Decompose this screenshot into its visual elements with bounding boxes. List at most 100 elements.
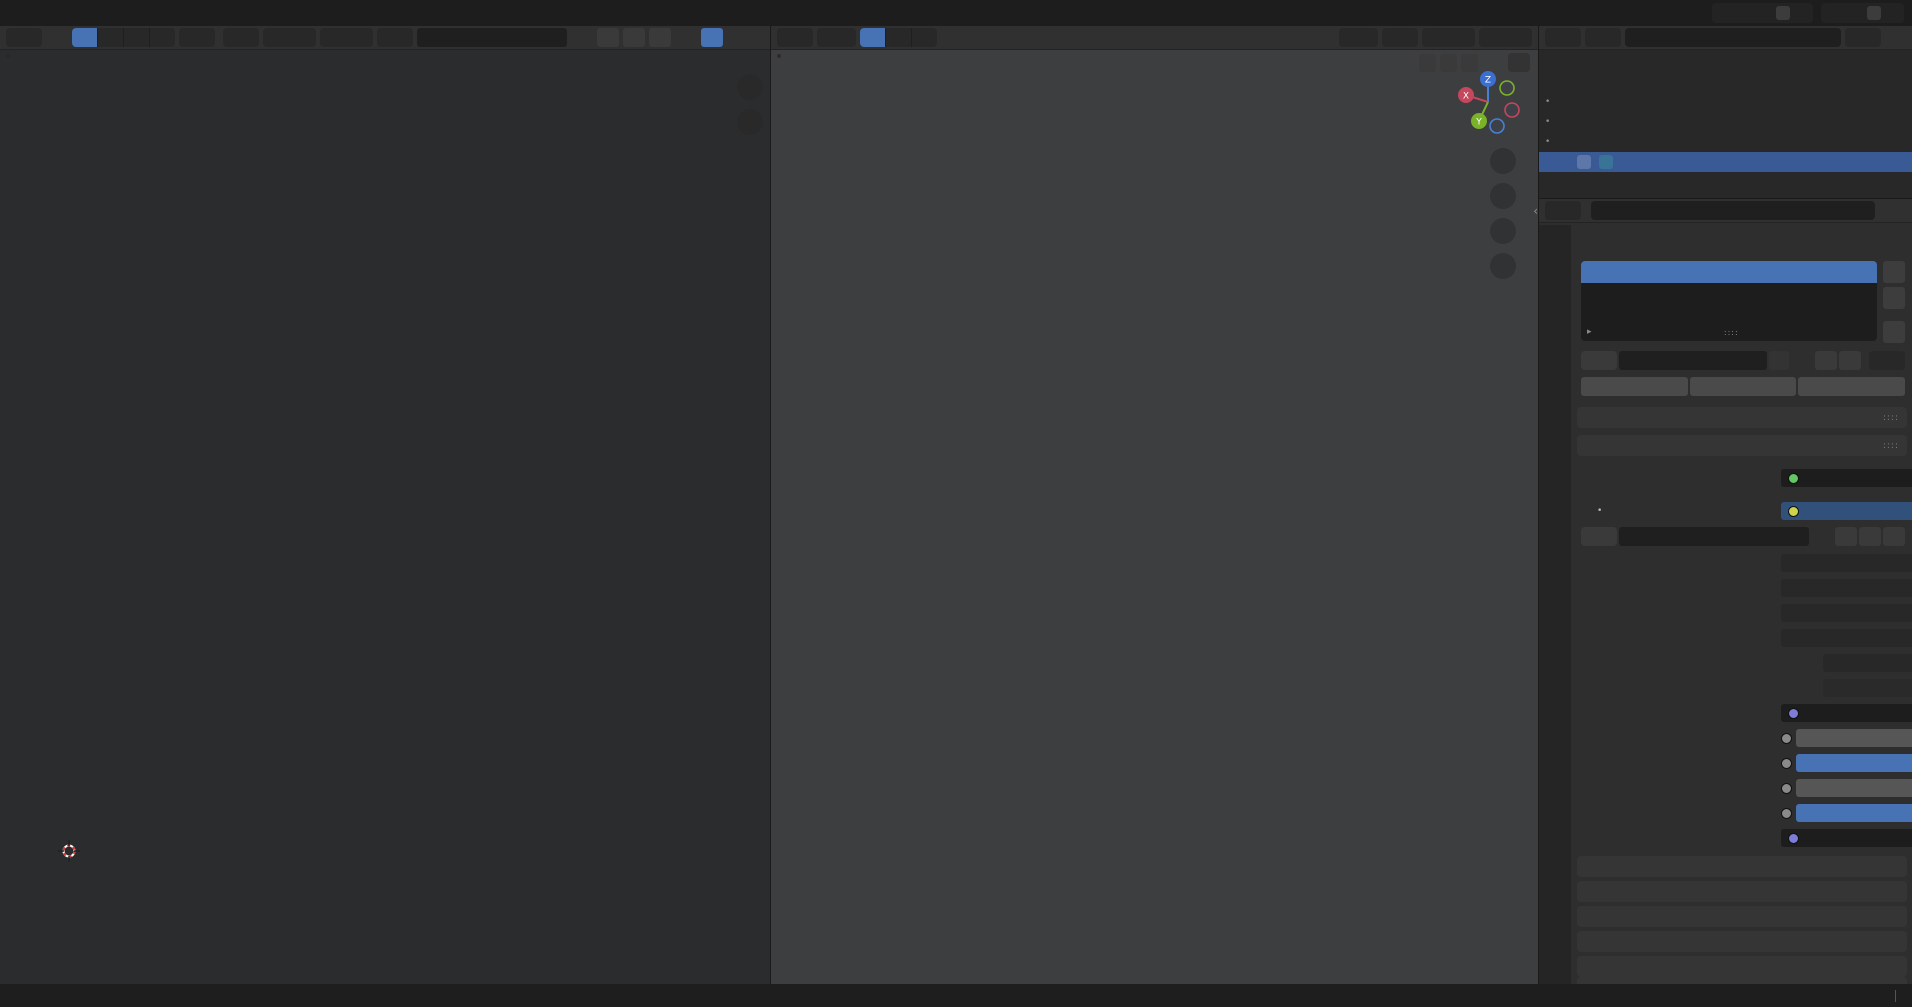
disclosure-icon[interactable]	[1567, 116, 1579, 128]
outliner-filter[interactable]	[1845, 28, 1881, 47]
new-image-button[interactable]	[1835, 527, 1857, 546]
uv-image-name-field[interactable]	[417, 28, 567, 47]
outliner-row-collection[interactable]	[1539, 72, 1912, 92]
properties-search[interactable]	[1591, 201, 1875, 220]
transmission-panel-header[interactable]	[1577, 931, 1907, 952]
uv-pivot-selector[interactable]	[223, 28, 259, 47]
outliner-row-scene-collection[interactable]	[1539, 52, 1912, 72]
base-color-field[interactable]	[1781, 502, 1912, 520]
outliner-row-hull[interactable]	[1539, 152, 1912, 172]
image-browse[interactable]	[377, 28, 413, 47]
proportional-edit-icon[interactable]	[325, 31, 339, 45]
outliner-row-en-r[interactable]: •	[1539, 132, 1912, 152]
camera-icon[interactable]	[1893, 115, 1907, 129]
mode-selector[interactable]	[817, 28, 856, 47]
uv-canvas[interactable]	[0, 50, 770, 984]
proportional-edit-icon[interactable]	[1484, 31, 1498, 45]
pin-icon[interactable]	[1758, 6, 1772, 20]
camera-icon[interactable]	[1893, 135, 1907, 149]
zoom-button[interactable]	[1490, 148, 1516, 174]
open-image-button[interactable]	[1859, 527, 1881, 546]
ior-slider[interactable]	[1796, 779, 1912, 797]
properties-editor-type[interactable]	[1545, 201, 1581, 220]
copy-icon[interactable]	[1776, 6, 1790, 20]
outliner-search-input[interactable]	[1649, 30, 1834, 46]
properties-search-input[interactable]	[1615, 203, 1868, 219]
snap-controls[interactable]	[1422, 28, 1475, 47]
editor-type-uv[interactable]	[6, 28, 42, 47]
fake-user-button[interactable]	[1811, 527, 1833, 546]
mirror-icon[interactable]	[1393, 53, 1415, 72]
pan-button[interactable]	[1490, 183, 1516, 209]
uv-proportional-edit[interactable]	[320, 28, 373, 47]
uv-sticky-mode[interactable]	[179, 28, 215, 47]
eye-icon[interactable]	[1872, 115, 1886, 129]
diffuse-panel-header[interactable]	[1577, 856, 1907, 877]
outliner-display-mode[interactable]	[1545, 28, 1581, 47]
specular-panel-header[interactable]	[1577, 906, 1907, 927]
camera-icon[interactable]	[1893, 95, 1907, 109]
vertex-select-button[interactable]	[860, 28, 886, 47]
color-space-dropdown[interactable]	[1823, 654, 1912, 672]
scene-selector[interactable]	[1712, 3, 1813, 23]
normal-field[interactable]	[1781, 829, 1912, 847]
metallic-slider[interactable]	[1796, 729, 1912, 747]
viewport-canvas[interactable]	[771, 26, 1539, 984]
uv-edge-mode-button[interactable]	[98, 28, 124, 47]
material-slot-active[interactable]	[1581, 261, 1877, 283]
unlink-material-button[interactable]	[1839, 351, 1861, 370]
material-specials-button[interactable]	[1869, 351, 1905, 370]
blender-logo-icon[interactable]	[10, 4, 28, 22]
drag-dots[interactable]: ::::	[1592, 328, 1871, 337]
mirror-x-toggle[interactable]	[1419, 54, 1436, 72]
open-image-button[interactable]	[623, 28, 645, 47]
uv-island-mode-button[interactable]	[150, 28, 175, 47]
unlink-image-button[interactable]	[649, 28, 671, 47]
checkbox-icon[interactable]	[1851, 75, 1865, 89]
fake-user-button[interactable]	[1791, 351, 1813, 370]
interpolation-dropdown[interactable]	[1781, 554, 1912, 572]
material-name-field[interactable]	[1619, 351, 1767, 370]
uv-snap-controls[interactable]	[263, 28, 316, 47]
subsurface-panel-header[interactable]	[1577, 881, 1907, 902]
pin-icon[interactable]	[1889, 233, 1903, 247]
preview-panel-header[interactable]: ::::	[1577, 407, 1907, 428]
camera-view-button[interactable]	[1490, 218, 1516, 244]
new-material-button[interactable]	[1815, 351, 1837, 370]
fake-user-button[interactable]	[571, 28, 593, 47]
add-slot-button[interactable]	[1883, 261, 1905, 283]
socket-icon[interactable]	[1781, 783, 1792, 794]
grid-ortho-button[interactable]	[1490, 253, 1516, 279]
zoom-button[interactable]	[737, 74, 763, 100]
region-collapse-arrow[interactable]: ‹	[1533, 204, 1538, 218]
surface-shader-field[interactable]	[1781, 469, 1912, 487]
alpha-mode-dropdown[interactable]	[1823, 679, 1912, 697]
roughness-slider[interactable]	[1796, 754, 1912, 772]
snap-to-pixels-toggle[interactable]	[701, 28, 723, 47]
editor-type-3d[interactable]	[777, 28, 813, 47]
surface-panel-header[interactable]: ::::	[1577, 435, 1907, 456]
projection-dropdown[interactable]	[1781, 579, 1912, 597]
disclosure-icon[interactable]	[1567, 96, 1579, 108]
select-button[interactable]	[1690, 377, 1797, 396]
properties-options-button[interactable]	[1885, 201, 1907, 220]
uv-face-mode-button[interactable]	[124, 28, 150, 47]
disclosure-icon[interactable]	[1567, 136, 1579, 148]
magnet-icon[interactable]	[1427, 31, 1441, 45]
outliner-search[interactable]	[1625, 28, 1841, 47]
image-name-field[interactable]	[1619, 527, 1809, 546]
transform-orientation[interactable]	[1339, 28, 1378, 47]
uv-sync-selection-toggle[interactable]	[46, 28, 68, 47]
pin-image-button[interactable]	[675, 28, 697, 47]
uv-vertex-mode-button[interactable]	[72, 28, 98, 47]
deselect-button[interactable]	[1798, 377, 1905, 396]
outliner-scene-mode[interactable]	[1585, 28, 1621, 47]
eye-icon[interactable]	[1872, 155, 1886, 169]
pan-button[interactable]	[737, 109, 763, 135]
socket-icon[interactable]	[1781, 733, 1792, 744]
disclosure-icon[interactable]	[1563, 76, 1575, 88]
source-dropdown[interactable]	[1781, 629, 1912, 647]
disclosure-icon[interactable]	[1561, 156, 1573, 168]
face-select-button[interactable]	[912, 28, 937, 47]
new-collection-button[interactable]	[1885, 28, 1907, 47]
